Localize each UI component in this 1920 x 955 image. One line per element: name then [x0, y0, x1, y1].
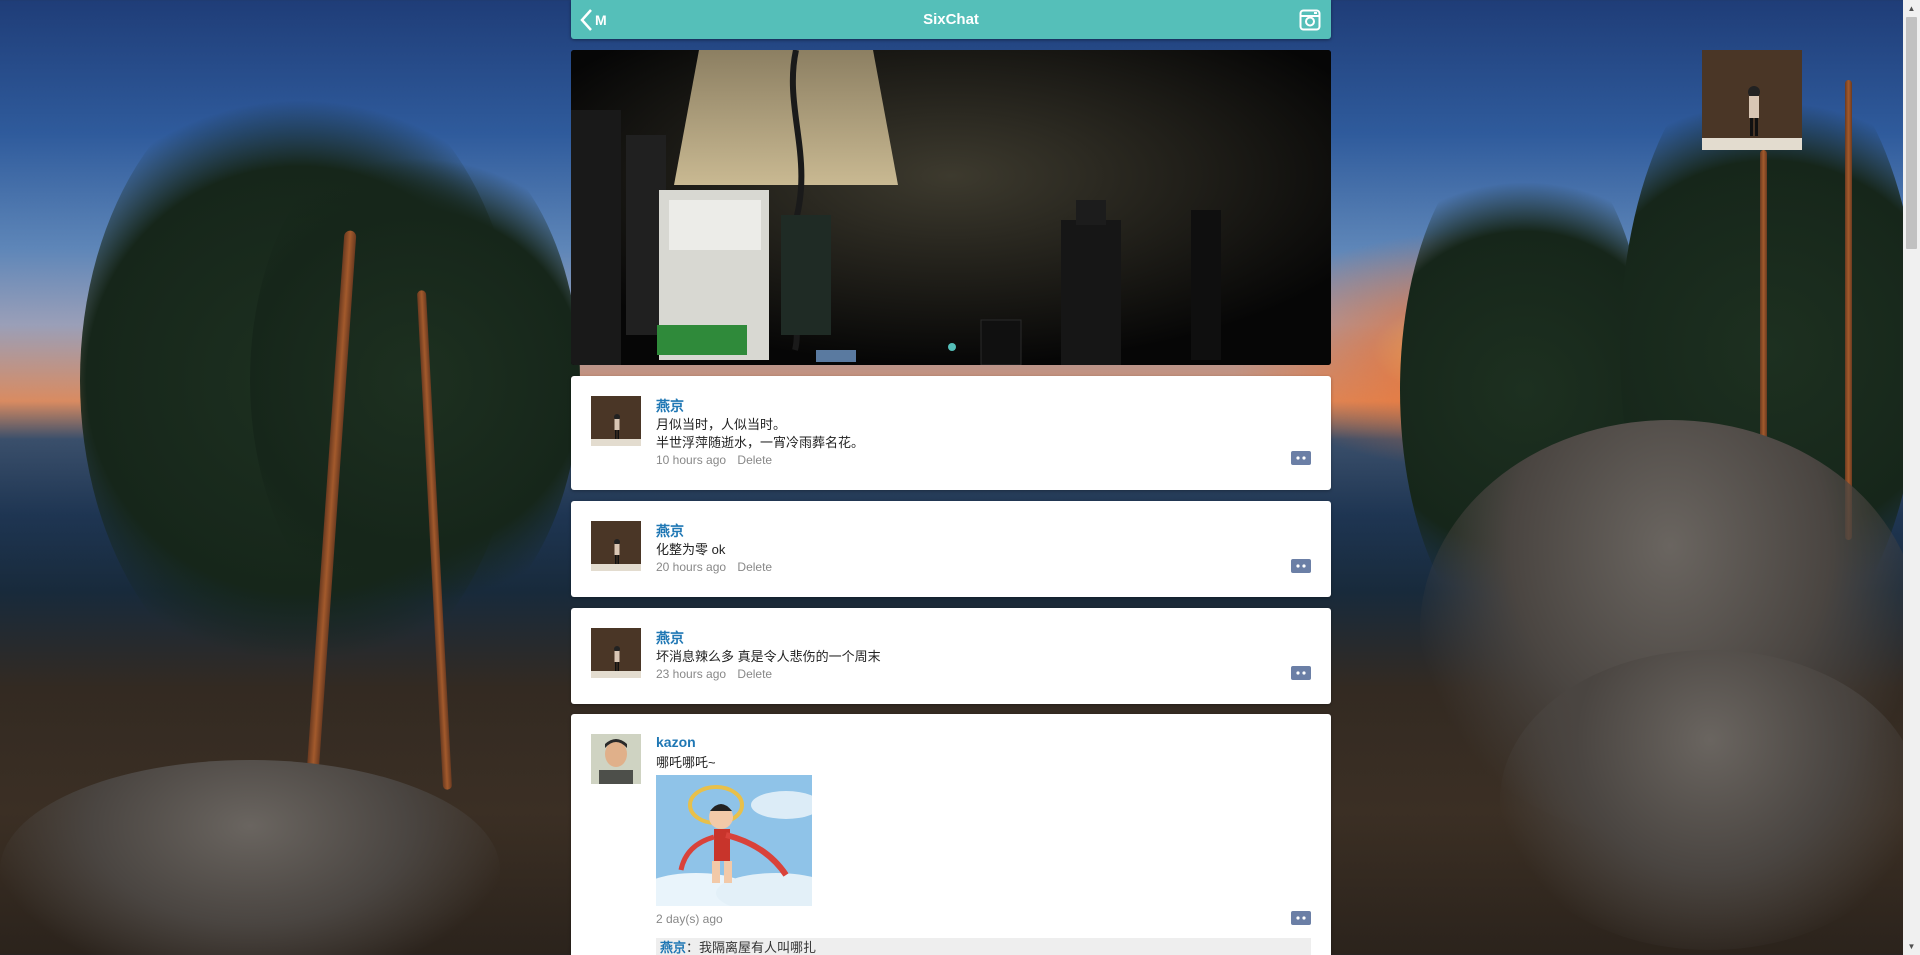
- post-card: kazon 哪吒哪吒~ 2 day(s) ago 燕京：我隔离屋有人叫哪扎: [571, 714, 1331, 955]
- avatar[interactable]: [591, 521, 641, 571]
- post-timestamp: 2 day(s) ago: [656, 912, 723, 926]
- user-avatar-floating[interactable]: [1702, 50, 1802, 150]
- comment-text: 我隔离屋有人叫哪扎: [699, 940, 817, 955]
- post-text-line: 半世浮萍随逝水，一宵冷雨葬名花。: [656, 435, 865, 450]
- post-card: 燕京 化整为零 ok 20 hours ago Delete: [571, 501, 1331, 597]
- scroll-down-arrow[interactable]: ▼: [1903, 938, 1920, 955]
- post-author[interactable]: kazon: [656, 734, 696, 750]
- app-title: SixChat: [923, 11, 979, 28]
- comment-icon[interactable]: [1291, 666, 1311, 680]
- top-bar: M SixChat: [571, 0, 1331, 39]
- post-photo[interactable]: [656, 775, 812, 906]
- camera-icon: [1299, 9, 1321, 31]
- scroll-up-arrow[interactable]: ▲: [1903, 0, 1920, 17]
- post-text: 坏消息辣么多 真是令人悲伤的一个周末: [656, 648, 881, 666]
- lamp-scene-image: [571, 50, 1331, 365]
- avatar[interactable]: [591, 628, 641, 678]
- avatar: [1702, 50, 1802, 150]
- comment-icon[interactable]: [1291, 911, 1311, 925]
- avatar[interactable]: [591, 734, 641, 784]
- avatar[interactable]: [591, 396, 641, 446]
- post-text: 月似当时，人似当时。 半世浮萍随逝水，一宵冷雨葬名花。: [656, 416, 864, 452]
- banner-image: [571, 50, 1331, 365]
- post-text-line: 化整为零 ok: [656, 542, 726, 557]
- camera-button[interactable]: [1299, 9, 1321, 31]
- post-card: 燕京 月似当时，人似当时。 半世浮萍随逝水，一宵冷雨葬名花。 10 hours …: [571, 376, 1331, 490]
- comment-icon[interactable]: [1291, 559, 1311, 573]
- post-timestamp: 23 hours ago: [656, 667, 727, 681]
- delete-button[interactable]: Delete: [737, 453, 772, 467]
- post-text-line: 哪吒哪吒~: [656, 755, 716, 770]
- post-timestamp: 10 hours ago: [656, 453, 727, 467]
- carousel-dot[interactable]: [948, 343, 956, 351]
- post-card: 燕京 坏消息辣么多 真是令人悲伤的一个周末 23 hours ago Delet…: [571, 608, 1331, 704]
- post-text-line: 月似当时，人似当时。: [656, 417, 787, 432]
- post-author[interactable]: 燕京: [656, 396, 684, 416]
- post-meta: 20 hours ago Delete: [656, 560, 772, 574]
- comment-icon[interactable]: [1291, 451, 1311, 465]
- post-text: 哪吒哪吒~: [656, 754, 716, 772]
- post-timestamp: 20 hours ago: [656, 560, 727, 574]
- post-meta: 2 day(s) ago: [656, 912, 723, 926]
- scroll-thumb[interactable]: [1906, 17, 1917, 249]
- post-author[interactable]: 燕京: [656, 628, 684, 648]
- post-meta: 23 hours ago Delete: [656, 667, 772, 681]
- post-meta: 10 hours ago Delete: [656, 453, 772, 467]
- page-scrollbar[interactable]: ▲ ▼: [1903, 0, 1920, 955]
- comment-separator: ：: [686, 940, 700, 955]
- post-text-line: 坏消息辣么多 真是令人悲伤的一个周末: [656, 649, 881, 664]
- comment-item: 燕京：我隔离屋有人叫哪扎: [656, 938, 1311, 955]
- comment-author[interactable]: 燕京: [660, 940, 686, 955]
- post-author[interactable]: 燕京: [656, 521, 684, 541]
- delete-button[interactable]: Delete: [737, 560, 772, 574]
- delete-button[interactable]: Delete: [737, 667, 772, 681]
- post-text: 化整为零 ok: [656, 541, 725, 559]
